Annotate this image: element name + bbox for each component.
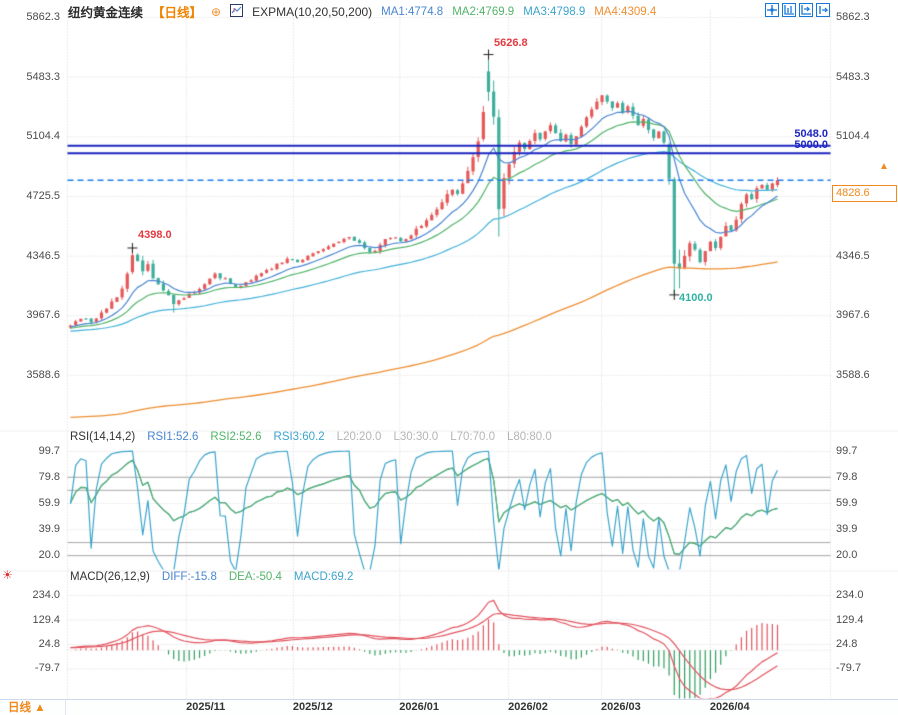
price-tick-label: 5483.3 (26, 70, 60, 83)
hline-label-5000[interactable]: 5000.0 (794, 139, 828, 151)
time-axis-month-label: 2026/02 (508, 701, 548, 713)
time-axis-month-label: 2025/11 (186, 701, 226, 713)
time-axis-month-label: 2025/12 (292, 701, 333, 713)
axis-pan-icon[interactable] (799, 3, 813, 17)
ma4-value: MA4:4309.4 (594, 5, 657, 18)
rsi-tick-label: 39.9 (38, 523, 60, 536)
macd-tick-label: 129.4 (32, 613, 60, 626)
price-tick-label: 4346.5 (26, 249, 60, 262)
rsi2-value: RSI2:52.6 (210, 431, 262, 443)
chart-app: 纽约黄金连续 【日线】 ⊕ EXPMA(10,20,50,200) MA1:47… (0, 0, 898, 715)
rsi1-value: RSI1:52.6 (147, 431, 199, 443)
annotation-feb-high: 5626.8 (494, 37, 528, 49)
macd-tick-label: 234.0 (32, 589, 60, 601)
rsi-tick-label: 39.9 (836, 523, 858, 536)
dea-value: DEA:-50.4 (228, 571, 282, 583)
indicator-title[interactable]: EXPMA(10,20,50,200) (252, 5, 372, 19)
macd-tick-label: 24.8 (836, 638, 858, 650)
rsi-l20-label: L20:20.0 (336, 431, 382, 443)
period-arrow-icon: ▲ (34, 702, 46, 714)
price-tick-label: 5862.3 (26, 11, 60, 23)
price-up-arrow-icon: ▲ (879, 161, 889, 172)
last-price-badge: 4828.6 (832, 185, 897, 202)
macd-tick-label: 129.4 (836, 613, 864, 626)
ma1-value: MA1:4774.8 (381, 5, 444, 18)
rsi-tick-label: 79.8 (836, 471, 858, 483)
chart-canvas[interactable] (0, 0, 898, 715)
rsi-tick-label: 59.9 (38, 497, 60, 509)
rsi-l70-label: L70:70.0 (450, 431, 495, 443)
price-tick-label: 5862.3 (836, 11, 870, 23)
ma3-value: MA3:4798.9 (523, 5, 586, 18)
price-tick-label: 3588.6 (836, 368, 870, 381)
rsi3-value: RSI3:60.2 (273, 431, 325, 443)
rsi-tick-label: 79.8 (38, 471, 60, 483)
macd-tick-label: 24.8 (38, 638, 60, 650)
price-tick-label: 4725.5 (26, 189, 60, 202)
period-tag[interactable]: 【日线】 (152, 2, 202, 21)
rsi-tick-label: 99.7 (836, 445, 858, 457)
price-tick-label: 4346.5 (836, 249, 870, 262)
price-tick-label: 3588.6 (26, 368, 60, 381)
annotation-oct-high: 4398.0 (138, 229, 172, 241)
macd-tick-label: -79.7 (34, 662, 60, 675)
expand-icon[interactable]: ⊕ (211, 5, 221, 19)
main-chart-header: 纽约黄金连续 【日线】 ⊕ EXPMA(10,20,50,200) MA1:47… (68, 2, 656, 21)
rsi-tick-label: 20.0 (38, 549, 60, 562)
rsi-header: RSI(14,14,2) RSI1:52.6 RSI2:52.6 RSI3:60… (70, 431, 552, 443)
rsi-tick-label: 59.9 (836, 497, 858, 509)
price-tick-label: 3967.6 (26, 309, 60, 322)
period-selector[interactable]: 日线 ▲ (0, 700, 66, 715)
macd-header: MACD(26,12,9) DIFF:-15.8 DEA:-50.4 MACD:… (70, 571, 353, 583)
crosshair-icon[interactable] (765, 3, 779, 17)
rsi-tick-label: 99.7 (38, 445, 60, 457)
macd-tick-label: -79.7 (836, 662, 862, 675)
rsi-l30-label: L30:30.0 (393, 431, 439, 443)
latest-bar-icon[interactable] (816, 3, 830, 17)
rsi-tick-label: 20.0 (836, 549, 858, 562)
price-tick-label: 5104.4 (836, 130, 870, 143)
annotation-mar-low: 4100.0 (679, 292, 713, 304)
chart-toolbar (765, 3, 830, 17)
time-axis-bar: 日线 ▲ 2025/11 2025/12 2026/01 2026/02 2026/03… (0, 699, 898, 715)
macd-value: MACD:69.2 (293, 571, 354, 583)
price-tick-label: 5104.4 (26, 130, 60, 143)
mini-chart-icon (230, 3, 244, 20)
price-tick-label: 5483.3 (836, 70, 870, 83)
diff-value: DIFF:-15.8 (161, 571, 217, 583)
axis-scale-icon[interactable] (782, 3, 796, 17)
time-axis-month-label: 2026/01 (399, 701, 439, 713)
live-indicator-icon[interactable]: ☀ (2, 568, 13, 582)
ma2-value: MA2:4769.9 (452, 5, 515, 18)
macd-tick-label: 234.0 (836, 589, 864, 601)
rsi-title[interactable]: RSI(14,14,2) (70, 431, 135, 443)
time-axis-month-label: 2026/04 (709, 701, 750, 713)
rsi-l80-label: L80:80.0 (506, 431, 552, 443)
macd-title[interactable]: MACD(26,12,9) (70, 571, 150, 583)
time-axis-month-label: 2026/03 (601, 701, 641, 713)
period-label: 日线 (8, 702, 31, 714)
price-tick-label: 3967.6 (836, 309, 870, 322)
symbol-title: 纽约黄金连续 (68, 6, 144, 20)
